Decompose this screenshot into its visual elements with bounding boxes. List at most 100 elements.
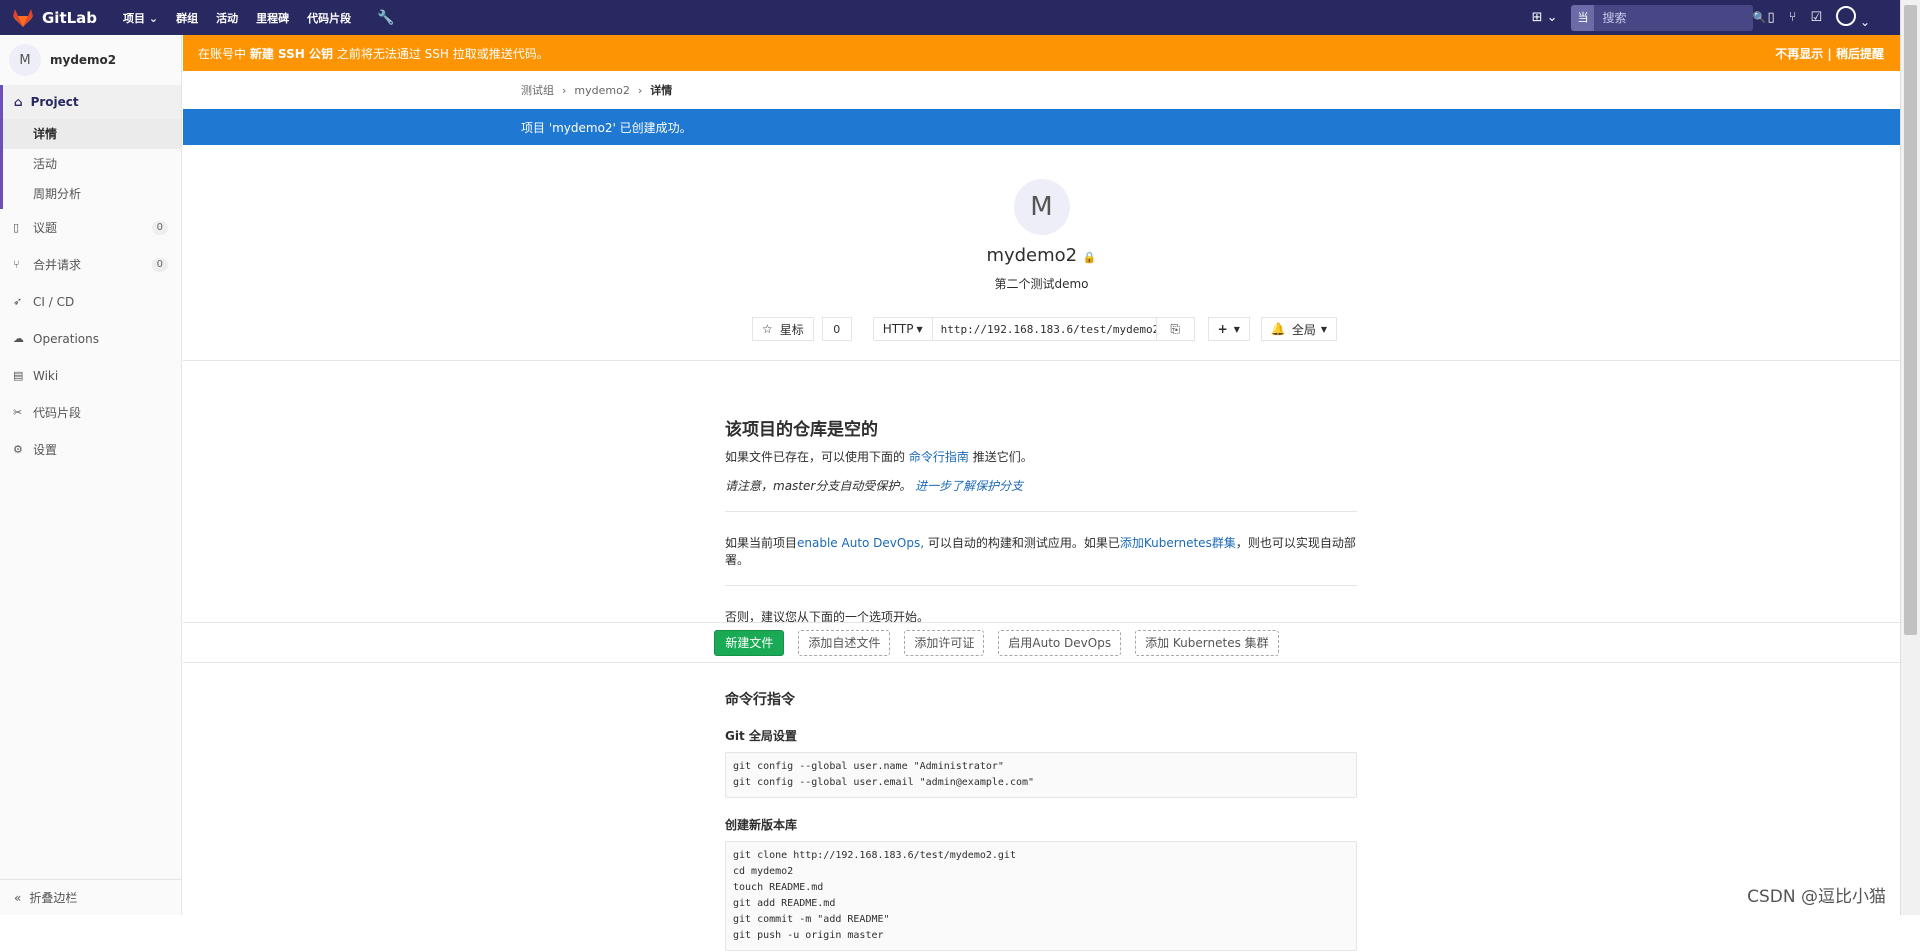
new-dropdown-plus-icon[interactable]: ⊞ ⌄ — [1532, 10, 1558, 25]
empty-repo-info: 该项目的仓库是空的 如果文件已存在，可以使用下面的 命令行指南 推送它们。 请注… — [725, 415, 1357, 625]
plus-icon: + — [1217, 322, 1228, 336]
remind-later-link[interactable]: 稍后提醒 — [1836, 47, 1884, 61]
enable-auto-devops-link[interactable]: enable Auto DevOps, — [797, 536, 924, 550]
ssh-warning-post: 之前将无法通过 SSH 拉取或推送代码。 — [336, 46, 549, 61]
page-scrollbar[interactable] — [1900, 0, 1920, 915]
add-kubernetes-cluster-button[interactable]: 添加 Kubernetes 集群 — [1135, 629, 1279, 656]
sidebar-subnav: 详情 活动 周期分析 — [3, 119, 181, 209]
add-ssh-key-link[interactable]: 新建 SSH 公钥 — [250, 47, 333, 61]
lock-icon: 🔒 — [1082, 251, 1097, 264]
ssh-key-warning-banner: 在账号中 新建 SSH 公钥 之前将无法通过 SSH 拉取或推送代码。 不再显示… — [183, 35, 1900, 71]
project-actions: ☆ 星标 0 HTTP ▼ ⎘ + ▼ 🔔 全局 ▼ — [752, 317, 1337, 341]
user-avatar-dropdown[interactable]: ⌄ — [1836, 6, 1870, 29]
empty-line-pre: 如果文件已存在，可以使用下面的 — [725, 450, 906, 464]
notification-dropdown[interactable]: 🔔 全局 ▼ — [1260, 317, 1337, 341]
sidebar-item-operations-label: Operations — [33, 331, 99, 346]
sidebar-subitem-details[interactable]: 详情 — [3, 119, 181, 149]
project-avatar: M — [9, 44, 41, 76]
search-icon: 🔍 — [1752, 11, 1767, 24]
sidebar-item-project[interactable]: ⌂ Project — [3, 85, 181, 119]
sidebar-item-ci-cd[interactable]: ➶ CI / CD — [0, 283, 181, 320]
ssh-warning-separator: | — [1827, 46, 1832, 61]
merge-request-icon: ⑂ — [13, 258, 20, 271]
star-count[interactable]: 0 — [821, 317, 852, 341]
issues-icon: ▯ — [13, 221, 20, 234]
top-navbar: GitLab 项目 ⌄ 群组 活动 里程碑 代码片段 🔧 ⊞ ⌄ 当前项目 🔍 … — [0, 0, 1900, 102]
sidebar-item-snippets[interactable]: ✂ 代码片段 — [0, 394, 181, 431]
sidebar-item-operations[interactable]: ☁ Operations — [0, 320, 181, 357]
issues-count-badge: 0 — [151, 220, 168, 235]
copy-url-button[interactable]: ⎘ — [1156, 317, 1195, 341]
home-icon: ⌂ — [14, 95, 23, 109]
sidebar-item-snippets-label: 代码片段 — [33, 406, 82, 420]
nav-activity[interactable]: 活动 — [216, 10, 238, 26]
add-license-button[interactable]: 添加许可证 — [904, 629, 985, 656]
user-avatar-icon — [1836, 6, 1857, 26]
sidebar-item-ci-cd-label: CI / CD — [33, 294, 75, 309]
star-button[interactable]: ☆ 星标 — [752, 317, 814, 341]
todos-icon[interactable]: ☑ — [1810, 10, 1822, 25]
protected-branches-link[interactable]: 进一步了解保护分支 — [915, 479, 1023, 493]
nav-snippets[interactable]: 代码片段 — [307, 10, 351, 26]
add-kubernetes-cluster-link[interactable]: 添加Kubernetes群集 — [1120, 536, 1236, 550]
breadcrumb-project[interactable]: mydemo2 — [574, 84, 629, 97]
git-global-setup-heading: Git 全局设置 — [725, 729, 797, 743]
breadcrumb-current[interactable]: 详情 — [650, 82, 672, 98]
sidebar-project-name: mydemo2 — [50, 53, 117, 67]
clone-protocol-dropdown[interactable]: HTTP ▼ — [872, 317, 933, 341]
nav-milestones[interactable]: 里程碑 — [256, 10, 289, 26]
devops-note-mid: 可以自动的构建和测试应用。如果已 — [927, 536, 1120, 550]
project-description: 第二个测试demo — [994, 277, 1089, 291]
sidebar-item-issues[interactable]: ▯ 议题 0 — [0, 209, 181, 246]
search-input[interactable] — [1594, 10, 1753, 25]
sidebar-item-wiki[interactable]: ▤ Wiki — [0, 357, 181, 394]
create-repo-code[interactable]: git clone http://192.168.183.6/test/myde… — [725, 841, 1357, 951]
clone-url-input[interactable] — [932, 317, 1157, 341]
search-scope-badge[interactable]: 当前项目 — [1571, 4, 1595, 102]
add-to-tree-dropdown[interactable]: + ▼ — [1207, 317, 1250, 341]
gitlab-brand: GitLab — [42, 8, 98, 27]
breadcrumb: 测试组 › mydemo2 › 详情 — [183, 71, 1900, 109]
sidebar-project-header[interactable]: M mydemo2 — [0, 35, 181, 85]
create-repo-heading: 创建新版本库 — [725, 818, 798, 832]
top-right-controls: ⊞ ⌄ 当前项目 🔍 ▯ ⑂ ☑ ⌄ — [1532, 0, 1870, 102]
empty-repo-options: 新建文件 添加自述文件 添加许可证 启用Auto DevOps 添加 Kuber… — [183, 622, 1900, 663]
enable-auto-devops-button[interactable]: 启用Auto DevOps — [998, 629, 1122, 656]
breadcrumb-group[interactable]: 测试组 — [521, 82, 554, 98]
issues-icon[interactable]: ▯ — [1767, 10, 1774, 25]
sidebar-subitem-activity[interactable]: 活动 — [3, 149, 181, 179]
clipboard-icon: ⎘ — [1170, 321, 1180, 336]
sidebar-group-project: ⌂ Project 详情 活动 周期分析 — [0, 85, 181, 209]
cli-guide-link[interactable]: 命令行指南 — [909, 450, 969, 464]
nav-groups[interactable]: 群组 — [176, 10, 198, 26]
devops-note-pre: 如果当前项目 — [725, 536, 798, 550]
project-avatar-large: M — [1013, 179, 1070, 235]
book-icon: ▤ — [13, 369, 24, 382]
new-file-button[interactable]: 新建文件 — [714, 629, 785, 656]
project-header: M mydemo2 🔒 第二个测试demo ☆ 星标 0 HTTP ▼ ⎘ + … — [183, 145, 1900, 361]
cli-heading: 命令行指令 — [725, 692, 795, 708]
empty-repo-line: 如果文件已存在，可以使用下面的 命令行指南 推送它们。 — [725, 448, 1357, 465]
dont-show-again-link[interactable]: 不再显示 — [1775, 47, 1823, 61]
add-readme-button[interactable]: 添加自述文件 — [798, 629, 891, 656]
gitlab-logo[interactable]: GitLab — [12, 8, 97, 28]
double-chevron-left-icon: « — [14, 890, 22, 905]
admin-wrench-icon[interactable]: 🔧 — [377, 10, 394, 26]
merge-requests-icon[interactable]: ⑂ — [1789, 10, 1797, 25]
gear-icon: ⚙ — [13, 443, 23, 456]
git-global-setup-code[interactable]: git config --global user.name "Administr… — [725, 752, 1357, 798]
scissors-icon: ✂ — [13, 406, 23, 419]
sidebar-item-settings[interactable]: ⚙ 设置 — [0, 431, 181, 468]
sidebar-subitem-cycle-analytics[interactable]: 周期分析 — [3, 179, 181, 209]
nav-projects[interactable]: 项目 ⌄ — [123, 10, 158, 26]
breadcrumb-separator-icon: › — [562, 83, 567, 97]
sidebar-item-settings-label: 设置 — [33, 443, 58, 457]
divider — [725, 585, 1357, 586]
main-content: 在账号中 新建 SSH 公钥 之前将无法通过 SSH 拉取或推送代码。 不再显示… — [183, 35, 1900, 951]
ssh-warning-pre: 在账号中 — [198, 46, 247, 61]
scrollbar-thumb[interactable] — [1904, 5, 1917, 635]
sidebar-item-merge-requests[interactable]: ⑂ 合并请求 0 — [0, 246, 181, 283]
project-sidebar: M mydemo2 ⌂ Project 详情 活动 周期分析 ▯ 议题 0 ⑂ … — [0, 35, 182, 915]
collapse-sidebar-button[interactable]: « 折叠边栏 — [0, 879, 182, 915]
search-box: 当前项目 🔍 — [1571, 4, 1766, 102]
